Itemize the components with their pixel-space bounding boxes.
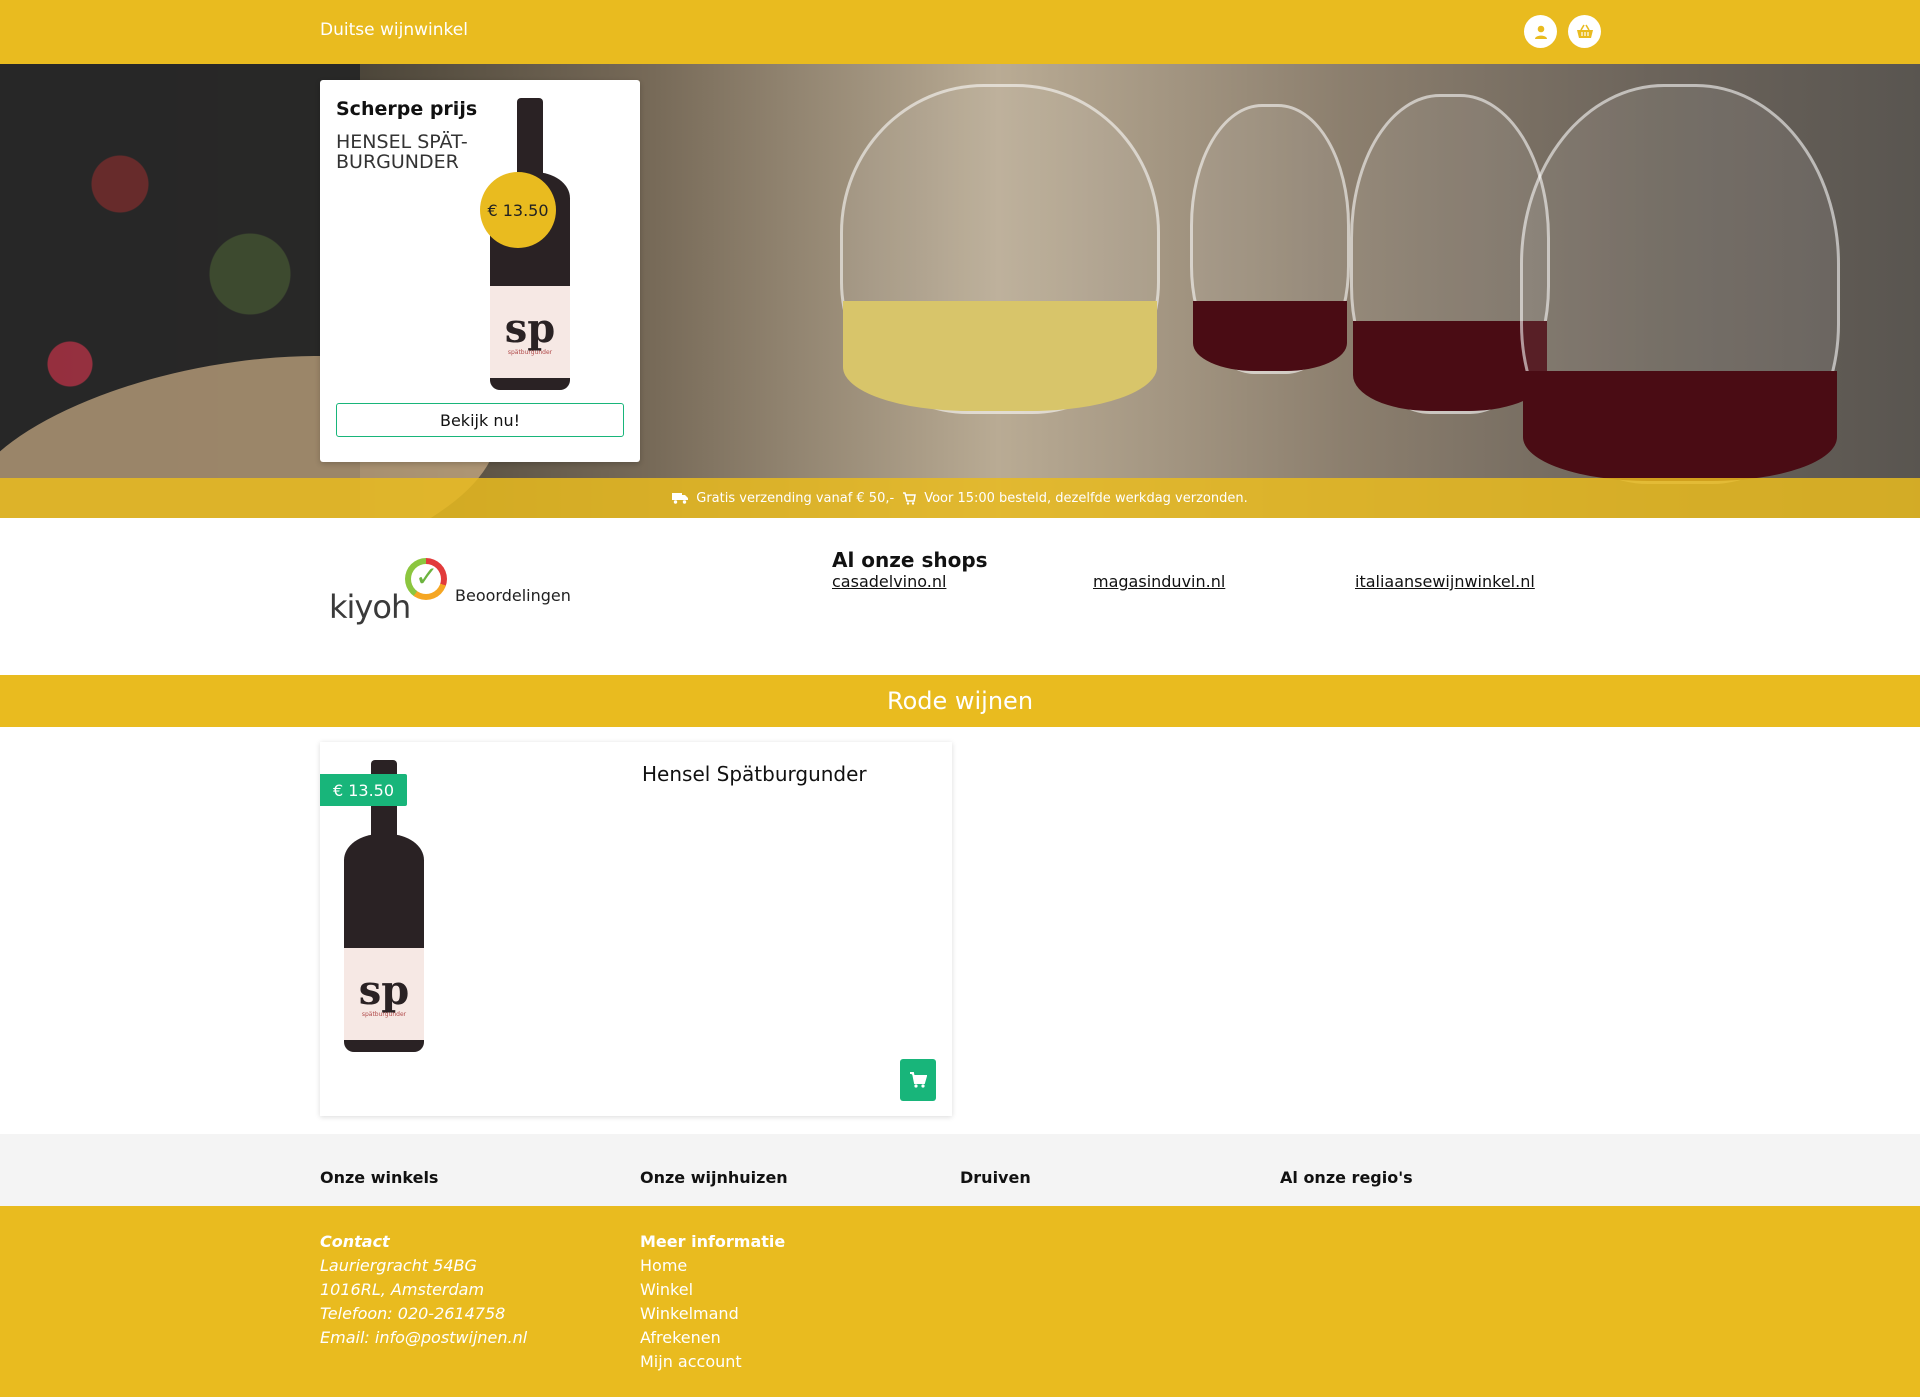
site-brand-link[interactable]: Duitse wijnwinkel (320, 20, 468, 40)
product-card[interactable]: sp spätburgunder € 13.50 Hensel Spätburg… (320, 742, 952, 1116)
promo-card: Scherpe prijs HENSEL SPÄT-BURGUNDER sp s… (320, 80, 640, 462)
footer-heading-stores[interactable]: Onze winkels (320, 1168, 438, 1187)
add-to-cart-button[interactable] (900, 1059, 936, 1101)
shops-title: Al onze shops (832, 548, 988, 572)
shop-link-magasinduvin[interactable]: magasinduvin.nl (1093, 572, 1225, 591)
hero-red-wine-glass (1520, 84, 1840, 484)
account-button[interactable] (1524, 15, 1557, 48)
more-info-heading: Meer informatie (640, 1232, 786, 1251)
bottle-label-text: sp (504, 304, 556, 352)
hero-white-wine-glass (840, 84, 1160, 414)
contact-city: 1016RL, Amsterdam (320, 1280, 485, 1299)
view-now-button[interactable]: Bekijk nu! (336, 403, 624, 437)
bottle-label-text: sp (358, 966, 410, 1014)
product-price-tag: € 13.50 (320, 774, 407, 806)
footer-heading-grapes[interactable]: Druiven (960, 1168, 1031, 1187)
kiyoh-logo[interactable]: ✓ kiyoh (327, 558, 457, 628)
footer-heading-regions[interactable]: Al onze regio's (1280, 1168, 1413, 1187)
truck-icon (672, 493, 689, 504)
product-title-link[interactable]: Hensel Spätburgunder (642, 762, 867, 786)
promo-product-name: HENSEL SPÄT-BURGUNDER (336, 131, 468, 173)
footer: Contact Lauriergracht 54BG 1016RL, Amste… (0, 1206, 1920, 1397)
footer-more-info: Meer informatie Home Winkel Winkelmand A… (640, 1230, 785, 1374)
fast-cart-icon (903, 492, 917, 505)
footer-contact: Contact Lauriergracht 54BG 1016RL, Amste… (320, 1230, 527, 1350)
promo-price-badge: € 13.50 (480, 172, 556, 248)
footer-link-account[interactable]: Mijn account (640, 1350, 785, 1374)
footer-link-checkout[interactable]: Afrekenen (640, 1326, 785, 1350)
promo-title: Scherpe prijs (336, 98, 478, 120)
bottle-label-sub: spätburgunder (507, 348, 553, 356)
hero-banner (0, 64, 1920, 518)
footer-link-home[interactable]: Home (640, 1254, 785, 1278)
user-icon (1534, 25, 1547, 39)
footer-heading-wine-houses[interactable]: Onze wijnhuizen (640, 1168, 788, 1187)
check-icon: ✓ (415, 560, 439, 593)
shipping-info-strip: Gratis verzending vanaf € 50,- Voor 15:0… (0, 478, 1920, 518)
section-title: Rode wijnen (886, 687, 1034, 715)
basket-icon (1576, 24, 1593, 38)
basket-button[interactable] (1568, 15, 1601, 48)
bottle-label-sub: spätburgunder (361, 1010, 407, 1018)
reviews-label[interactable]: Beoordelingen (455, 586, 571, 605)
section-title-band: Rode wijnen (0, 675, 1920, 727)
footer-link-cart[interactable]: Winkelmand (640, 1302, 785, 1326)
shop-link-italiaansewijnwinkel[interactable]: italiaansewijnwinkel.nl (1355, 572, 1535, 591)
top-bar (0, 0, 1920, 64)
contact-email[interactable]: Email: info@postwijnen.nl (320, 1326, 527, 1350)
footer-link-shop[interactable]: Winkel (640, 1278, 785, 1302)
contact-heading: Contact (320, 1232, 390, 1251)
kiyoh-logo-text: kiyoh (329, 588, 411, 626)
hero-red-wine-glass (1190, 104, 1350, 374)
free-shipping-text: Gratis verzending vanaf € 50,- (696, 490, 895, 506)
cart-icon (910, 1072, 927, 1088)
contact-phone[interactable]: Telefoon: 020-2614758 (320, 1302, 527, 1326)
same-day-text: Voor 15:00 besteld, dezelfde werkdag ver… (924, 490, 1248, 506)
contact-street: Lauriergracht 54BG (320, 1256, 477, 1275)
shop-link-casadelvino[interactable]: casadelvino.nl (832, 572, 946, 591)
